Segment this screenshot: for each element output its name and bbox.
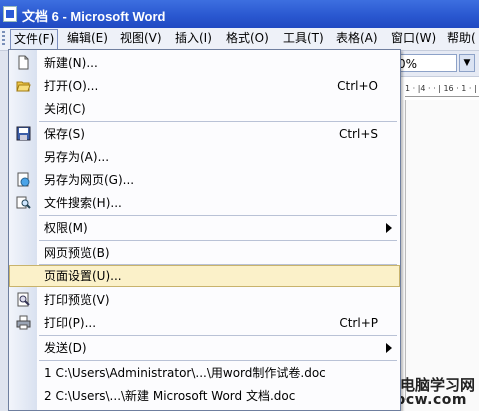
menu-item-file-search[interactable]: 文件搜索(H)...: [9, 192, 400, 214]
menu-edit[interactable]: 编辑(E): [64, 29, 111, 48]
menu-item-shortcut: Ctrl+S: [338, 127, 378, 141]
menu-item-permissions[interactable]: 权限(M): [9, 217, 400, 239]
menu-separator: [39, 240, 397, 241]
menu-item-recent-file-1[interactable]: 1 C:\Users\Administrator\...\用word制作试卷.d…: [9, 362, 400, 384]
menu-separator: [39, 360, 397, 361]
left-toolbar-strip: [0, 51, 8, 411]
menu-file[interactable]: 文件(F): [10, 29, 59, 50]
menu-format[interactable]: 格式(O): [223, 29, 272, 48]
menu-window[interactable]: 窗口(W): [388, 29, 439, 48]
menu-item-label: 1 C:\Users\Administrator\...\用word制作试卷.d…: [44, 366, 326, 380]
menu-item-label: 页面设置(U)...: [44, 269, 122, 283]
menu-item-label: 新建(N)...: [44, 56, 98, 70]
menu-item-label: 网页预览(B): [44, 246, 110, 260]
window-title: 文档 6 - Microsoft Word: [22, 9, 166, 24]
menu-item-recent-file-2[interactable]: 2 C:\Users\...\新建 Microsoft Word 文档.doc: [9, 385, 400, 407]
open-folder-icon: [16, 81, 31, 92]
menu-item-save-as-web-page[interactable]: 另存为网页(G)...: [9, 169, 400, 191]
printer-icon: [16, 315, 31, 330]
menu-item-shortcut: Ctrl+P: [339, 316, 378, 330]
menu-item-close[interactable]: 关闭(C): [9, 98, 400, 120]
menu-item-print[interactable]: 打印(P)... Ctrl+P: [9, 312, 400, 334]
menu-item-label: 打印预览(V): [44, 293, 110, 307]
menu-item-label: 发送(D): [44, 341, 87, 355]
web-page-icon: [17, 172, 30, 187]
menu-item-new[interactable]: 新建(N)...: [9, 52, 400, 74]
menu-help[interactable]: 帮助(: [444, 29, 479, 48]
zoom-dropdown-arrow-icon[interactable]: ▼: [459, 54, 475, 72]
menu-separator: [39, 215, 397, 216]
file-menu-dropdown: 新建(N)... 打开(O)... Ctrl+O 关闭(C) 保存(S) Ctr…: [8, 49, 401, 411]
menu-item-send[interactable]: 发送(D): [9, 337, 400, 359]
menu-item-label: 打印(P)...: [44, 316, 97, 330]
submenu-arrow-icon: [386, 223, 392, 233]
menu-view[interactable]: 视图(V): [117, 29, 165, 48]
menu-item-label: 打开(O)...: [44, 79, 99, 93]
horizontal-ruler: 1 · |4 · · | 16 · 1 · |: [405, 82, 479, 97]
document-area[interactable]: [402, 100, 479, 411]
menu-table[interactable]: 表格(A): [333, 29, 381, 48]
menu-item-save-as[interactable]: 另存为(A)...: [9, 146, 400, 168]
menu-item-shortcut: Ctrl+O: [337, 79, 378, 93]
menu-item-web-preview[interactable]: 网页预览(B): [9, 242, 400, 264]
menu-separator: [39, 121, 397, 122]
menu-item-save[interactable]: 保存(S) Ctrl+S: [9, 123, 400, 145]
menu-item-label: 保存(S): [44, 127, 85, 141]
submenu-arrow-icon: [386, 343, 392, 353]
menu-item-page-setup[interactable]: 页面设置(U)...: [9, 265, 400, 287]
menu-item-label: 2 C:\Users\...\新建 Microsoft Word 文档.doc: [44, 389, 296, 403]
page-margin-line: [405, 100, 406, 400]
menu-item-label: 文件搜索(H)...: [44, 196, 122, 210]
print-preview-icon: [17, 292, 30, 307]
word-document-icon: [3, 6, 17, 22]
menu-item-label: 权限(M): [44, 221, 88, 235]
menu-item-open[interactable]: 打开(O)... Ctrl+O: [9, 75, 400, 97]
toolbar-grip-handle[interactable]: [2, 31, 5, 47]
menu-tools[interactable]: 工具(T): [280, 29, 327, 48]
menu-item-label: 另存为(A)...: [44, 150, 110, 164]
save-icon: [16, 126, 31, 141]
file-search-icon: [16, 196, 31, 209]
menu-item-label: 关闭(C): [44, 102, 86, 116]
menu-bar: 文件(F) 编辑(E) 视图(V) 插入(I) 格式(O) 工具(T) 表格(A…: [0, 28, 479, 51]
menu-separator: [39, 335, 397, 336]
title-bar: 文档 6 - Microsoft Word: [0, 0, 479, 28]
menu-insert[interactable]: 插入(I): [172, 29, 215, 48]
new-document-icon: [18, 55, 29, 70]
menu-item-label: 另存为网页(G)...: [44, 173, 135, 187]
zoom-combobox[interactable]: 0%: [395, 54, 457, 72]
menu-item-print-preview[interactable]: 打印预览(V): [9, 289, 400, 311]
